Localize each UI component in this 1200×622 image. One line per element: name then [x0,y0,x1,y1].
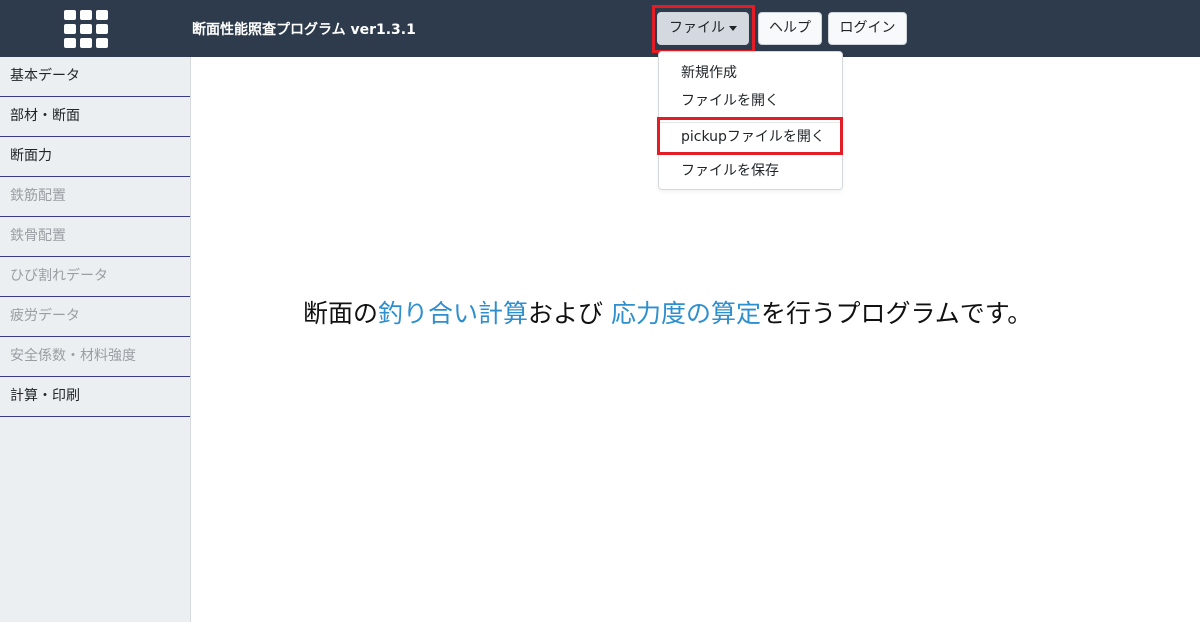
menu-item-new[interactable]: 新規作成 [681,62,737,82]
headline-link-balance: 釣り合い計算 [378,299,529,328]
apps-grid-icon[interactable] [64,10,108,48]
help-button[interactable]: ヘルプ [758,12,822,45]
menu-item-open-file[interactable]: ファイルを開く [681,90,779,110]
sidebar-item-steel-layout[interactable]: 鉄骨配置 [0,217,190,257]
main-headline: 断面の釣り合い計算および 応力度の算定を行うプログラムです。 [303,294,1032,330]
sidebar-item-basic-data[interactable]: 基本データ [0,57,190,97]
headline-text-3: を行うプログラムです。 [761,299,1033,328]
sidebar-item-crack-data[interactable]: ひび割れデータ [0,257,190,297]
menu-item-save-file[interactable]: ファイルを保存 [681,160,779,180]
pickup-item-highlight-box [657,117,843,155]
top-navbar: 断面性能照査プログラム ver1.3.1 [0,0,1200,57]
sidebar-item-fatigue-data[interactable]: 疲労データ [0,297,190,337]
headline-text-1: 断面の [303,299,379,328]
headline-link-stress: 応力度の算定 [610,299,761,328]
sidebar-item-section-force[interactable]: 断面力 [0,137,190,177]
sidebar: 基本データ 部材・断面 断面力 鉄筋配置 鉄骨配置 ひび割れデータ 疲労データ … [0,57,191,622]
sidebar-item-member-section[interactable]: 部材・断面 [0,97,190,137]
sidebar-item-calc-print[interactable]: 計算・印刷 [0,377,190,417]
login-button[interactable]: ログイン [828,12,907,45]
headline-text-2: および [528,299,611,328]
file-button-highlight-box [652,5,755,53]
sidebar-item-rebar-layout[interactable]: 鉄筋配置 [0,177,190,217]
sidebar-item-safety-factors[interactable]: 安全係数・材料強度 [0,337,190,377]
app-title: 断面性能照査プログラム ver1.3.1 [192,22,416,38]
